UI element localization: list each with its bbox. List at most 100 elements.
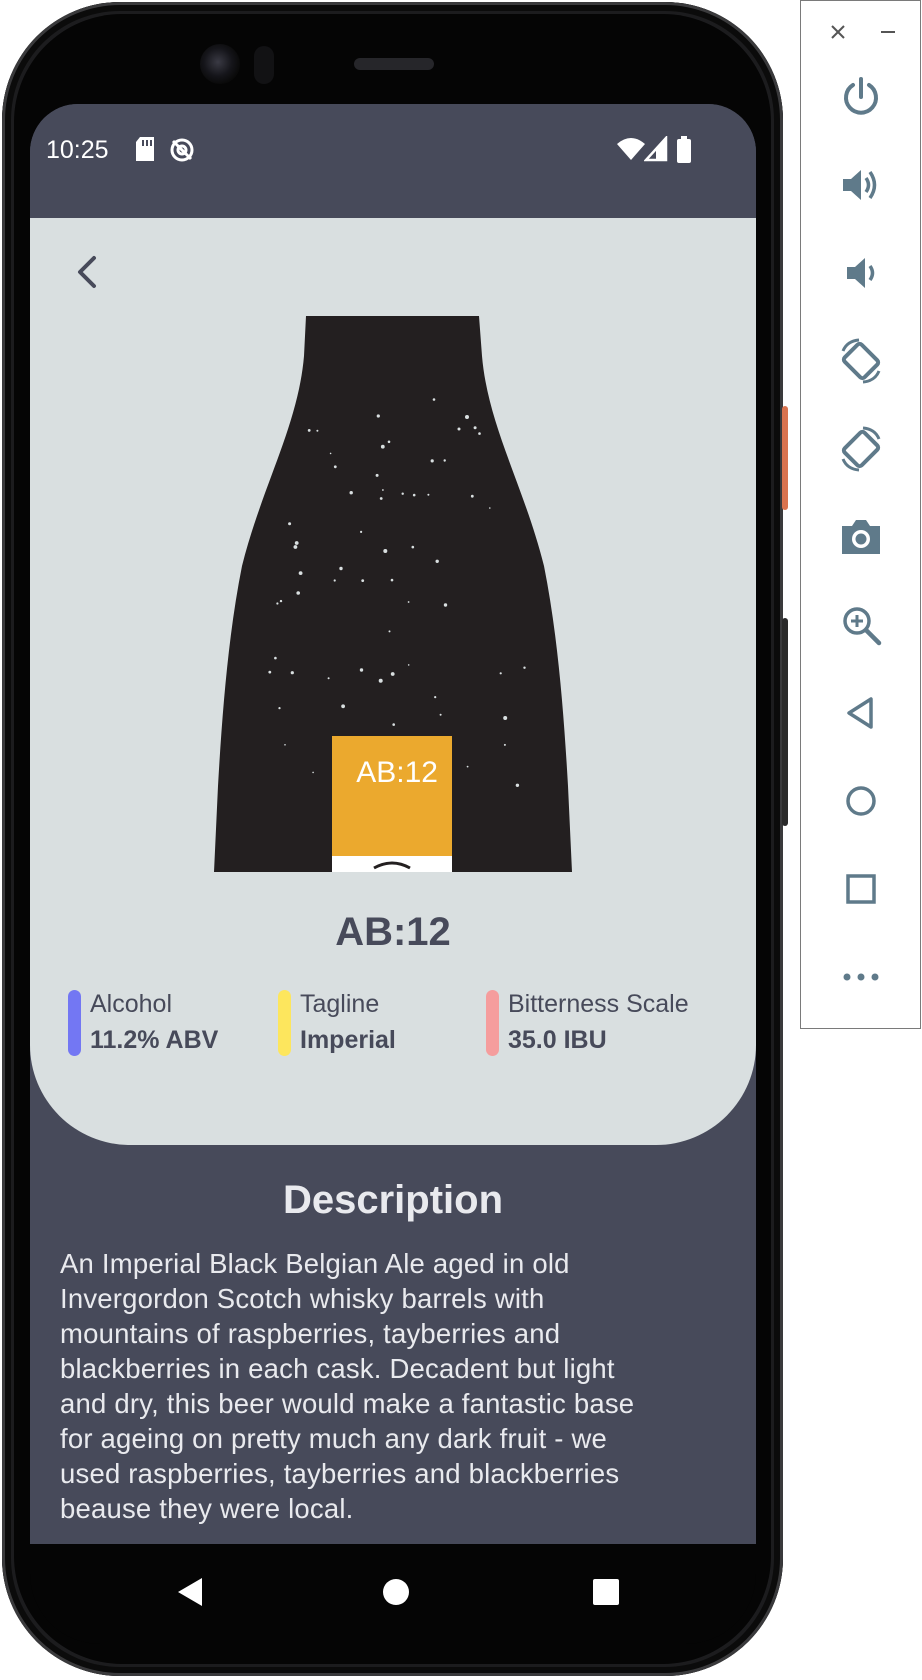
bottle-speckle [296, 591, 300, 595]
nav-home-icon[interactable] [376, 1572, 416, 1612]
volume-down-button[interactable] [831, 243, 891, 303]
bottle-speckle [390, 578, 394, 582]
bottle-speckle [383, 549, 388, 553]
bottle-speckle [465, 415, 469, 419]
phone-power-key [782, 406, 788, 510]
volume-up-icon [843, 170, 877, 200]
bottle-speckle [466, 765, 469, 768]
bottle-speckle [401, 492, 404, 495]
bottle-speckle [312, 771, 314, 774]
emulator-overview-button[interactable] [831, 859, 891, 919]
stat-label: Alcohol [90, 990, 172, 1018]
bottle-speckle [298, 571, 303, 575]
bottle-speckle [294, 541, 299, 545]
bottle-speckle [274, 656, 277, 660]
bottle-speckle [390, 672, 395, 676]
bottle-speckle [382, 489, 384, 491]
bottle-speckle [361, 579, 365, 582]
beer-detail-card: AB:12 AB:12 Alcohol 11.2% ABV Tagline Im… [30, 218, 756, 1145]
volume-down-icon [847, 258, 875, 288]
emulator-more-button[interactable] [831, 947, 891, 1007]
nav-recents-icon[interactable] [586, 1572, 626, 1612]
signal-icon [644, 136, 668, 162]
bottle-speckle [427, 493, 430, 496]
bottle-speckle [523, 666, 526, 669]
system-nav-bar [30, 1544, 756, 1644]
sync-disabled-icon [170, 138, 194, 162]
zoom-button[interactable] [831, 595, 891, 655]
bottle-speckle [439, 713, 442, 716]
bottle-speckle [279, 599, 283, 603]
bottle-speckle [503, 716, 508, 720]
stat-color-bar [278, 990, 291, 1056]
bottle-speckle [443, 603, 448, 607]
rotate-left-button[interactable] [831, 331, 891, 391]
description-line: An Imperial Black Belgian Ale aged in ol… [60, 1248, 570, 1279]
bottle-speckle [470, 494, 474, 498]
bottle-speckle [435, 559, 439, 563]
description-line: beause they were local. [60, 1493, 354, 1524]
earpiece-speaker [354, 58, 434, 70]
wifi-icon [617, 138, 645, 160]
bottle-speckle [284, 744, 286, 746]
description-line: and dry, this beer would make a fantasti… [60, 1388, 635, 1419]
bottle-speckle [379, 497, 383, 500]
rotate-right-button[interactable] [831, 419, 891, 479]
bottle-speckle [499, 672, 502, 675]
bottle-speckle [339, 566, 343, 571]
description-line: used raspberries, tayberries and blackbe… [60, 1458, 620, 1489]
bottle-speckle [360, 530, 363, 533]
power-button[interactable] [831, 67, 891, 127]
rotate-left-icon [841, 338, 881, 384]
bottle-speckle [443, 459, 446, 462]
nav-back-icon[interactable] [170, 1572, 210, 1612]
status-bar: 10:25 [30, 104, 756, 218]
emulator-home-button[interactable] [831, 771, 891, 831]
bottle-speckle [329, 452, 332, 455]
overview-icon [846, 874, 876, 904]
stat-value: 11.2% ABV [90, 1026, 219, 1054]
bottle-speckle [387, 440, 391, 444]
bottle-speckle [503, 743, 506, 746]
back-icon [847, 697, 873, 729]
bottle-speckle [515, 783, 520, 787]
bottle-speckle [412, 493, 416, 497]
bottle-speckle [290, 671, 294, 675]
bottle-speckle [432, 398, 436, 401]
bottle-speckle [333, 579, 336, 582]
bottle-speckle [268, 670, 272, 674]
description-line: Invergordon Scotch whisky barrels with [60, 1283, 545, 1314]
status-time: 10:25 [46, 136, 109, 164]
bottle-speckle [341, 704, 345, 709]
back-arrow-icon[interactable] [64, 248, 112, 296]
battery-icon [677, 136, 691, 163]
close-icon[interactable] [823, 17, 853, 47]
sd-card-icon [136, 137, 154, 161]
bottle-speckle [333, 465, 337, 469]
emulator-back-button[interactable] [831, 683, 891, 743]
bottle-speckle [349, 491, 353, 495]
stat-label: Tagline [300, 990, 380, 1018]
beer-name: AB:12 [335, 910, 451, 954]
bottle-speckle [359, 668, 364, 672]
bottle-speckle [278, 707, 281, 710]
stat-value: Imperial [300, 1026, 396, 1054]
bottle-speckle [378, 678, 383, 683]
minimize-icon[interactable] [873, 17, 903, 47]
volume-up-button[interactable] [831, 155, 891, 215]
bottle-speckle [388, 630, 391, 633]
bottle-speckle [293, 545, 298, 549]
description-line: blackberries in each cask. Decadent but … [60, 1353, 615, 1384]
bottle-speckle [430, 459, 434, 463]
bottle-speckle [434, 696, 437, 699]
more-icon [843, 973, 879, 981]
bottle-speckle [288, 522, 292, 526]
description-line: mountains of raspberries, tayberries and [60, 1318, 561, 1349]
stat-color-bar [486, 990, 499, 1056]
camera-icon [842, 520, 880, 554]
bottle-speckle [407, 664, 410, 666]
description-line: for ageing on pretty much any dark fruit… [60, 1423, 608, 1454]
bottle-speckle [380, 444, 385, 449]
screenshot-button[interactable] [831, 507, 891, 567]
bottle-speckle [457, 427, 461, 431]
